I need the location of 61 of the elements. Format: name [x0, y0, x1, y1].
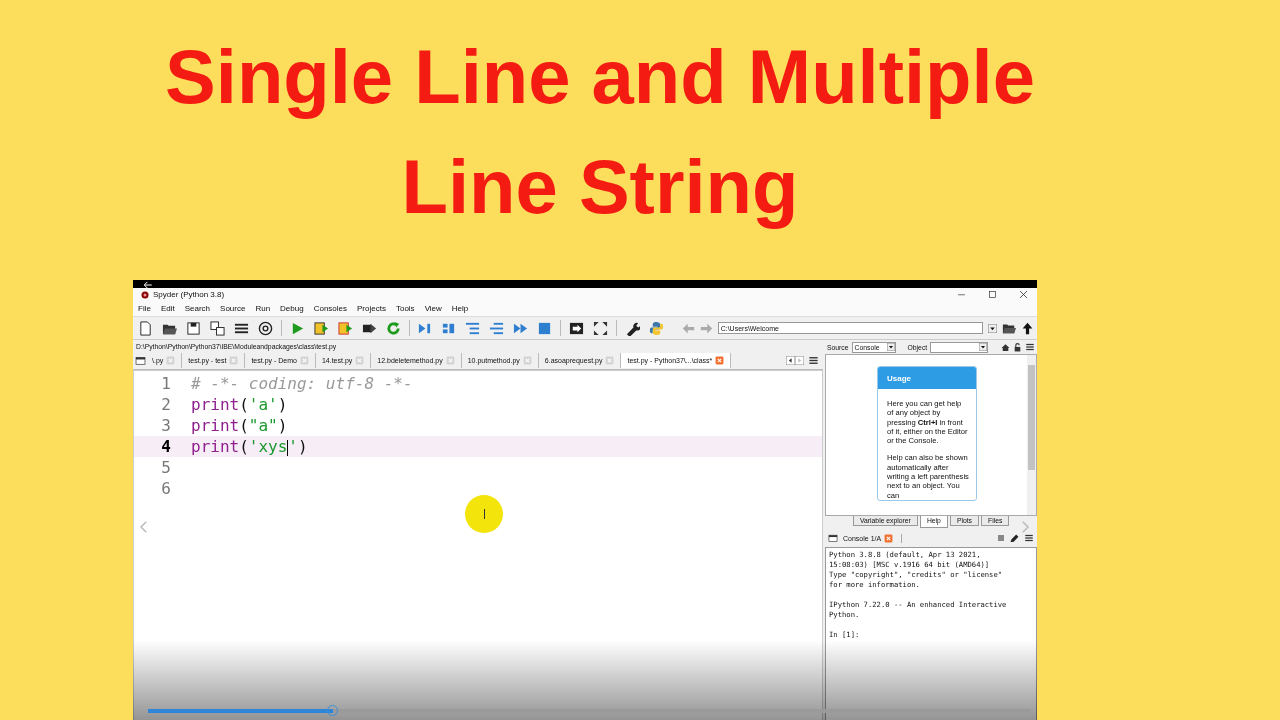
- object-field[interactable]: [930, 341, 989, 353]
- code-line: print('xys'): [191, 437, 308, 456]
- dropdown-caret-icon[interactable]: [988, 323, 997, 333]
- wrench-icon[interactable]: [624, 320, 640, 336]
- stop-console-icon[interactable]: [997, 534, 1005, 542]
- code-line: # -*- coding: utf-8 -*-: [191, 374, 413, 393]
- dropdown-caret-icon[interactable]: [979, 343, 988, 351]
- line-number: 2: [160, 395, 172, 414]
- menu-item[interactable]: Search: [183, 304, 212, 313]
- rerun-icon[interactable]: [385, 320, 401, 336]
- run-cell-advance-icon[interactable]: [337, 320, 353, 336]
- menu-item[interactable]: Help: [450, 304, 470, 313]
- menu-item[interactable]: View: [423, 304, 443, 313]
- back-icon[interactable]: [143, 280, 153, 290]
- menu-item[interactable]: Edit: [159, 304, 176, 313]
- line-number: 4: [160, 437, 172, 456]
- step-into-icon[interactable]: [465, 320, 481, 336]
- menu-item[interactable]: Tools: [394, 304, 416, 313]
- up-arrow-icon[interactable]: [1021, 321, 1034, 335]
- menu-item[interactable]: Source: [219, 304, 247, 313]
- line-number: 5: [160, 458, 172, 477]
- new-file-icon[interactable]: [138, 320, 153, 336]
- menu-item[interactable]: Debug: [279, 304, 305, 313]
- menu-item[interactable]: Run: [254, 304, 272, 313]
- close-tab-icon[interactable]: [884, 533, 894, 543]
- fullscreen-icon[interactable]: [593, 320, 609, 336]
- line-number: 3: [160, 416, 172, 435]
- step-return-icon[interactable]: [489, 320, 505, 336]
- tabs-browse-icon[interactable]: [135, 355, 146, 366]
- line-number: 6: [160, 479, 172, 498]
- card-title: Usage: [887, 373, 911, 383]
- save-icon[interactable]: [186, 320, 201, 336]
- close-icon[interactable]: [1018, 289, 1029, 300]
- scroll-left-icon[interactable]: [786, 355, 795, 366]
- lock-icon[interactable]: [1013, 342, 1022, 352]
- home-icon[interactable]: [1001, 342, 1010, 352]
- code-line: print("a"): [191, 416, 288, 435]
- dropdown-caret-icon[interactable]: [886, 343, 895, 351]
- code-line: print('a'): [191, 395, 288, 414]
- line-number: 1: [160, 374, 172, 393]
- maximize-pane-icon[interactable]: [569, 320, 585, 336]
- spyder-logo-icon: [141, 290, 149, 299]
- run-cell-icon[interactable]: [313, 320, 329, 336]
- menu-icon[interactable]: [808, 355, 819, 366]
- eraser-icon[interactable]: [1010, 533, 1019, 543]
- menu-item[interactable]: File: [137, 304, 152, 313]
- scrollbar[interactable]: [1027, 355, 1036, 515]
- menu-item[interactable]: Consoles: [312, 304, 349, 313]
- tabs-browse-icon[interactable]: [828, 533, 838, 543]
- chevron-right-icon[interactable]: [1019, 518, 1031, 536]
- menu-icon[interactable]: [1025, 342, 1035, 352]
- window-title: Spyder (Python 3.8): [153, 290, 225, 299]
- close-tab-icon[interactable]: [715, 356, 725, 365]
- python-icon[interactable]: [648, 320, 664, 336]
- menu-item[interactable]: Projects: [356, 304, 387, 313]
- headline-text: Single Line and Multiple: [165, 33, 1035, 121]
- headline-text: Line String: [401, 143, 799, 231]
- maximize-icon[interactable]: [987, 289, 998, 300]
- menu-icon[interactable]: [1024, 533, 1034, 543]
- stop-icon[interactable]: [537, 320, 553, 336]
- save-all-icon[interactable]: [210, 320, 225, 336]
